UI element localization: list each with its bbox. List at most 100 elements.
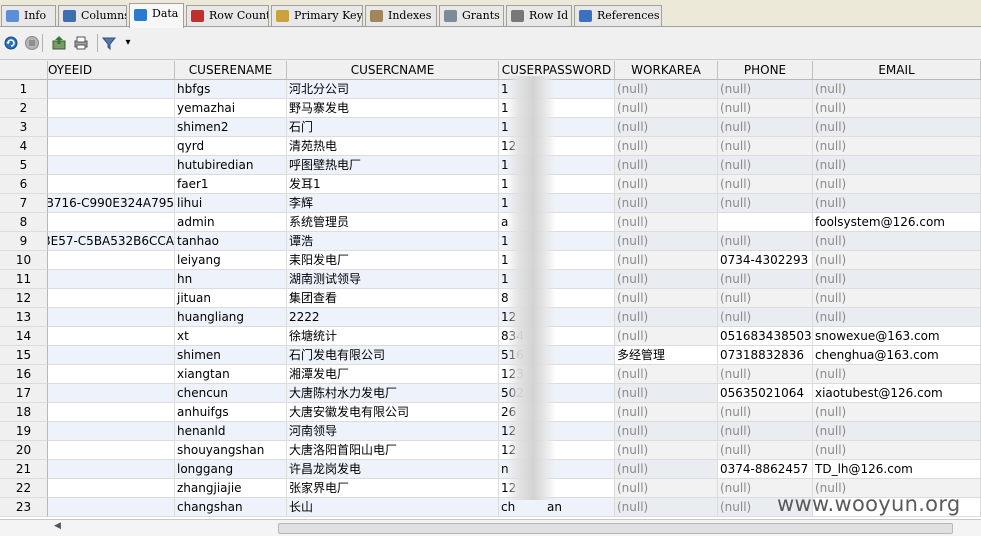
cell-oyeeid[interactable]	[48, 80, 175, 99]
cell-workarea[interactable]: (null)	[615, 327, 718, 346]
cell-cusercname[interactable]: 大唐陈村水力发电厂	[287, 384, 499, 403]
cell-cuserename[interactable]: changshan	[175, 498, 287, 517]
cell-email[interactable]: (null)	[813, 441, 981, 460]
cell-phone[interactable]	[718, 213, 813, 232]
row-number[interactable]: 11	[0, 270, 48, 289]
row-number[interactable]: 23	[0, 498, 48, 517]
cell-phone[interactable]: 07318832836	[718, 346, 813, 365]
cell-oyeeid[interactable]	[48, 175, 175, 194]
cell-workarea[interactable]: (null)	[615, 118, 718, 137]
cell-phone[interactable]: (null)	[718, 175, 813, 194]
cell-cusercname[interactable]: 河北分公司	[287, 80, 499, 99]
tab-row-count[interactable]: Row Count	[186, 5, 269, 26]
cell-workarea[interactable]: (null)	[615, 175, 718, 194]
cell-cusercname[interactable]: 呼图壁热电厂	[287, 156, 499, 175]
cell-workarea[interactable]: (null)	[615, 270, 718, 289]
cell-cuserename[interactable]: shouyangshan	[175, 441, 287, 460]
cell-oyeeid[interactable]	[48, 99, 175, 118]
cell-email[interactable]: (null)	[813, 118, 981, 137]
cell-cusercname[interactable]: 石门	[287, 118, 499, 137]
cell-oyeeid[interactable]	[48, 422, 175, 441]
cell-oyeeid[interactable]	[48, 460, 175, 479]
row-number[interactable]: 17	[0, 384, 48, 403]
export-icon[interactable]	[51, 35, 67, 51]
cell-cusercname[interactable]: 谭浩	[287, 232, 499, 251]
cell-email[interactable]: (null)	[813, 175, 981, 194]
tab-row-id[interactable]: Row Id	[506, 5, 572, 26]
cell-cuserpassword[interactable]: ch an	[499, 498, 615, 517]
cell-cuserename[interactable]: qyrd	[175, 137, 287, 156]
cell-oyeeid[interactable]	[48, 289, 175, 308]
table-row[interactable]: 19henanld河南领导12(null)(null)(null)	[0, 422, 981, 441]
cell-phone[interactable]: (null)	[718, 289, 813, 308]
cell-workarea[interactable]: (null)	[615, 384, 718, 403]
cell-cusercname[interactable]: 湖南测试领导	[287, 270, 499, 289]
cell-phone[interactable]: (null)	[718, 232, 813, 251]
dropdown-arrow-icon[interactable]: ▾	[123, 35, 133, 51]
row-number[interactable]: 21	[0, 460, 48, 479]
cell-phone[interactable]: (null)	[718, 403, 813, 422]
cell-phone[interactable]: (null)	[718, 80, 813, 99]
cell-oyeeid[interactable]	[48, 403, 175, 422]
cell-phone[interactable]: (null)	[718, 270, 813, 289]
column-header-email[interactable]: EMAIL	[813, 61, 981, 80]
column-header-cusercname[interactable]: CUSERCNAME	[287, 61, 499, 80]
cell-cuserename[interactable]: lihui	[175, 194, 287, 213]
cell-cuserename[interactable]: longgang	[175, 460, 287, 479]
cell-oyeeid[interactable]	[48, 384, 175, 403]
cell-phone[interactable]: (null)	[718, 137, 813, 156]
cell-email[interactable]: (null)	[813, 308, 981, 327]
cell-cusercname[interactable]: 河南领导	[287, 422, 499, 441]
cell-workarea[interactable]: (null)	[615, 251, 718, 270]
cell-cusercname[interactable]: 耒阳发电厂	[287, 251, 499, 270]
cell-oyeeid[interactable]	[48, 213, 175, 232]
cell-cusercname[interactable]: 徐塘统计	[287, 327, 499, 346]
cell-workarea[interactable]: (null)	[615, 213, 718, 232]
table-row[interactable]: 12 jituan 集团查看 8 (null) (null) (null)	[0, 289, 981, 308]
cell-email[interactable]: xiaotubest@126.com	[813, 384, 981, 403]
cell-cuserename[interactable]: xiangtan	[175, 365, 287, 384]
cell-email[interactable]: (null)	[813, 156, 981, 175]
table-row[interactable]: 3 shimen2 石门 1 (null) (null) (null)	[0, 118, 981, 137]
cell-oyeeid[interactable]	[48, 327, 175, 346]
table-row[interactable]: 10 leiyang 耒阳发电厂 1 (null) 0734-4302293 (null)	[0, 251, 981, 270]
cell-email[interactable]: TD_lh@126.com	[813, 460, 981, 479]
table-row[interactable]: 21 longgang 许昌龙岗发电 n (null) 0374-8862457 TD_lh…	[0, 460, 981, 479]
column-header-workarea[interactable]: WORKAREA	[615, 61, 718, 80]
row-number[interactable]: 8	[0, 213, 48, 232]
tab-references[interactable]: References	[574, 5, 662, 26]
table-row[interactable]: 9 BE57-C5BA532B6CCA tanhao 谭浩 1 (null) (null)(…	[0, 232, 981, 251]
table-row[interactable]: 11 hn 湖南测试领导 1 (null) (null) (null)	[0, 270, 981, 289]
cell-workarea[interactable]: (null)	[615, 80, 718, 99]
cell-cuserename[interactable]: admin	[175, 213, 287, 232]
row-number[interactable]: 3	[0, 118, 48, 137]
row-number[interactable]: 13	[0, 308, 48, 327]
cell-cusercname[interactable]: 许昌龙岗发电	[287, 460, 499, 479]
cell-phone[interactable]: (null)	[718, 156, 813, 175]
cell-cusercname[interactable]: 野马寨发电	[287, 99, 499, 118]
cell-workarea[interactable]: 多经管理	[615, 346, 718, 365]
row-number[interactable]: 6	[0, 175, 48, 194]
tab-indexes[interactable]: Indexes	[365, 5, 437, 26]
cell-phone[interactable]: (null)	[718, 308, 813, 327]
cell-oyeeid[interactable]	[48, 137, 175, 156]
table-row[interactable]: 1 hbfgs 河北分公司 1 (null) (null) (null)	[0, 80, 981, 99]
row-number[interactable]: 18	[0, 403, 48, 422]
row-number[interactable]: 14	[0, 327, 48, 346]
cell-email[interactable]: (null)	[813, 194, 981, 213]
row-number[interactable]: 10	[0, 251, 48, 270]
cell-phone[interactable]: 0734-4302293	[718, 251, 813, 270]
cell-cusercname[interactable]: 2222	[287, 308, 499, 327]
scrollbar-thumb[interactable]	[278, 523, 953, 534]
row-number[interactable]: 15	[0, 346, 48, 365]
cell-oyeeid[interactable]	[48, 498, 175, 517]
filter-icon[interactable]	[101, 35, 117, 51]
cell-email[interactable]: (null)	[813, 251, 981, 270]
cell-email[interactable]: chenghua@163.com	[813, 346, 981, 365]
cell-phone[interactable]: (null)	[718, 441, 813, 460]
row-number[interactable]: 20	[0, 441, 48, 460]
cell-cuserename[interactable]: faer1	[175, 175, 287, 194]
refresh-icon[interactable]	[3, 35, 19, 51]
cell-phone[interactable]: (null)	[718, 422, 813, 441]
row-number[interactable]: 9	[0, 232, 48, 251]
